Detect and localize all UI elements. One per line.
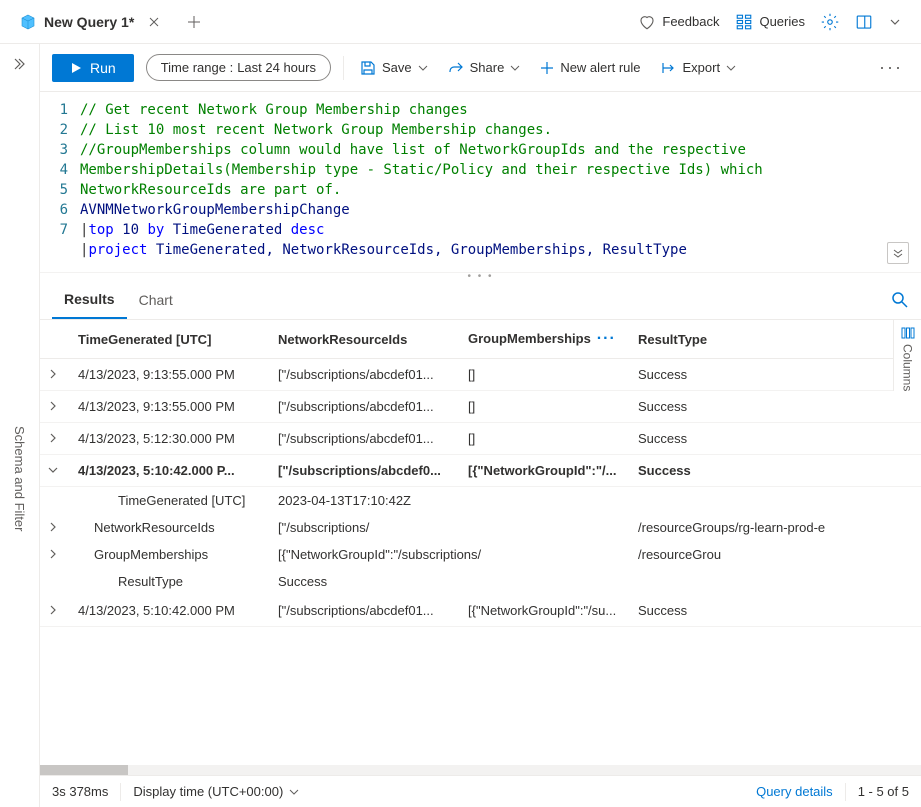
new-alert-button[interactable]: New alert rule xyxy=(536,56,644,79)
columns-rail[interactable]: Columns xyxy=(893,320,921,391)
query-tab[interactable]: New Query 1* xyxy=(8,0,174,43)
panel-icon[interactable] xyxy=(855,13,873,31)
query-editor[interactable]: 1234567 // Get recent Network Group Memb… xyxy=(40,92,921,272)
table-row[interactable]: 4/13/2023, 5:10:42.000 P...["/subscripti… xyxy=(40,455,921,487)
search-icon[interactable] xyxy=(891,291,909,309)
expand-icon[interactable] xyxy=(48,549,62,559)
schema-filter-label[interactable]: Schema and Filter xyxy=(12,426,27,532)
tab-bar: New Query 1* Feedback Queries xyxy=(0,0,921,44)
export-button[interactable]: Export xyxy=(657,56,741,80)
horizontal-scrollbar[interactable] xyxy=(40,765,921,775)
scroll-down-icon[interactable] xyxy=(887,242,909,264)
table-row[interactable]: 4/13/2023, 9:13:55.000 PM["/subscription… xyxy=(40,391,921,423)
settings-icon[interactable] xyxy=(821,13,839,31)
expand-rail-button[interactable] xyxy=(12,56,28,72)
results-table-wrap: TimeGenerated [UTC] NetworkResourceIds G… xyxy=(40,320,921,765)
splitter[interactable]: • • • xyxy=(40,272,921,280)
cube-icon xyxy=(20,14,36,30)
query-time: 3s 378ms xyxy=(52,784,108,799)
expand-icon[interactable] xyxy=(48,465,62,475)
page-info: 1 - 5 of 5 xyxy=(858,784,909,799)
table-row[interactable]: 4/13/2023, 5:10:42.000 PM["/subscription… xyxy=(40,595,921,627)
detail-row: TimeGenerated [UTC]2023-04-13T17:10:42Z xyxy=(40,487,921,515)
chevron-down-icon xyxy=(726,63,736,73)
queries-button[interactable]: Queries xyxy=(735,13,805,31)
tab-chart[interactable]: Chart xyxy=(127,280,185,319)
more-button[interactable]: ··· xyxy=(873,57,909,78)
query-toolbar: Run Time range : Last 24 hours Save Shar… xyxy=(40,44,921,92)
column-more-icon[interactable]: ··· xyxy=(591,330,616,347)
col-header-grp[interactable]: GroupMemberships··· xyxy=(460,320,630,359)
save-button[interactable]: Save xyxy=(356,56,432,80)
expand-icon[interactable] xyxy=(48,605,62,615)
detail-row: ResultTypeSuccess xyxy=(40,568,921,595)
detail-row: NetworkResourceIds["/subscriptions//reso… xyxy=(40,514,921,541)
col-header-net[interactable]: NetworkResourceIds xyxy=(270,320,460,359)
expand-icon[interactable] xyxy=(48,401,62,411)
editor-code[interactable]: // Get recent Network Group Membership c… xyxy=(80,100,921,264)
col-header-res[interactable]: ResultType xyxy=(630,320,921,359)
editor-gutter: 1234567 xyxy=(40,100,80,264)
share-button[interactable]: Share xyxy=(444,56,525,80)
close-icon[interactable] xyxy=(146,14,162,30)
add-tab-button[interactable] xyxy=(182,10,206,34)
run-button[interactable]: Run xyxy=(52,54,134,82)
results-table: TimeGenerated [UTC] NetworkResourceIds G… xyxy=(40,320,921,627)
tab-title: New Query 1* xyxy=(44,14,134,30)
expand-icon[interactable] xyxy=(48,433,62,443)
left-rail: Schema and Filter xyxy=(0,44,40,807)
query-details-link[interactable]: Query details xyxy=(756,784,833,799)
top-actions: Feedback Queries xyxy=(638,13,913,31)
feedback-button[interactable]: Feedback xyxy=(638,13,719,31)
status-bar: 3s 378ms Display time (UTC+00:00) Query … xyxy=(40,775,921,807)
scrollbar-thumb[interactable] xyxy=(40,765,128,775)
results-tabs: Results Chart xyxy=(40,280,921,320)
chevron-down-icon[interactable] xyxy=(889,16,901,28)
time-range-picker[interactable]: Time range : Last 24 hours xyxy=(146,54,331,81)
col-header-time[interactable]: TimeGenerated [UTC] xyxy=(70,320,270,359)
expand-icon[interactable] xyxy=(48,369,62,379)
detail-row: GroupMemberships[{"NetworkGroupId":"/sub… xyxy=(40,541,921,568)
table-row[interactable]: 4/13/2023, 9:13:55.000 PM["/subscription… xyxy=(40,359,921,391)
table-row[interactable]: 4/13/2023, 5:12:30.000 PM["/subscription… xyxy=(40,423,921,455)
expand-icon[interactable] xyxy=(48,522,62,532)
tab-results[interactable]: Results xyxy=(52,280,127,319)
chevron-down-icon xyxy=(510,63,520,73)
chevron-down-icon xyxy=(418,63,428,73)
display-time-picker[interactable]: Display time (UTC+00:00) xyxy=(133,784,299,799)
